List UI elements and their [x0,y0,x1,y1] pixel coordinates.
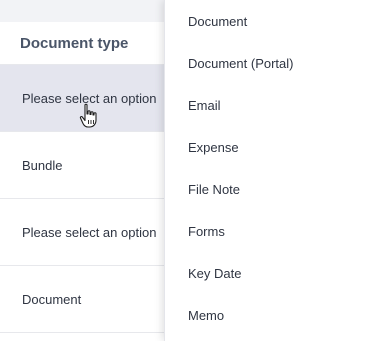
dropdown-option-email[interactable]: Email [165,84,386,126]
document-type-select[interactable]: Please select an option [22,225,156,240]
dropdown-option-document-portal[interactable]: Document (Portal) [165,42,386,84]
document-type-dropdown-menu: Document Document (Portal) Email Expense… [164,0,386,341]
dropdown-option-expense[interactable]: Expense [165,126,386,168]
dropdown-option-key-date[interactable]: Key Date [165,252,386,294]
document-type-editor: Document type Please select an option Bu… [0,0,386,341]
column-header-label: Document type [20,34,129,52]
hand-pointer-icon [79,103,97,128]
dropdown-option-document[interactable]: Document [165,0,386,42]
document-type-select[interactable]: Document [22,292,81,307]
document-type-select[interactable]: Bundle [22,158,62,173]
dropdown-option-memo[interactable]: Memo [165,294,386,336]
dropdown-option-file-note[interactable]: File Note [165,168,386,210]
dropdown-option-forms[interactable]: Forms [165,210,386,252]
